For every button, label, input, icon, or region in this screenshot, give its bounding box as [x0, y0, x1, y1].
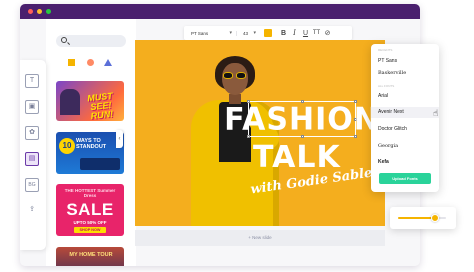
italic-button[interactable]: I	[289, 29, 300, 37]
underline-button[interactable]: U	[300, 30, 311, 37]
template-title: MUST SEE! RUN!	[86, 90, 114, 121]
new-slide-button[interactable]: + New slide	[135, 230, 385, 246]
text-case-button[interactable]: TT	[311, 30, 322, 36]
upload-icon[interactable]: ⇪	[25, 204, 39, 218]
template-title: SALE	[66, 200, 114, 219]
slider-track[interactable]	[398, 214, 446, 222]
font-option-avenir-next[interactable]: Avenir Next	[371, 107, 439, 118]
window-titlebar	[20, 4, 420, 19]
collapse-panel-button[interactable]: ‹	[116, 130, 123, 148]
background-icon[interactable]: BG	[25, 178, 39, 192]
template-thumbnail-ways[interactable]: 10 WAYS TO STANDOUT	[56, 132, 124, 174]
template-desk-image	[80, 158, 120, 170]
design-canvas[interactable]: FASHION TALK with Godie Sable	[135, 40, 385, 226]
template-offer: UPTO 50% OFF	[73, 220, 107, 225]
template-thumbnail-home-tour[interactable]: MY HOME TOUR	[56, 247, 124, 266]
link-icon[interactable]: ⊘	[322, 29, 333, 37]
font-option-pt-sans[interactable]: PT Sans	[378, 56, 436, 67]
font-option-kefa[interactable]: Kefa	[378, 157, 436, 168]
headline-talk[interactable]: TALK	[253, 140, 341, 175]
template-thumbnail-sale[interactable]: THE HOTTEST Summer Dress SALE UPTO 50% O…	[56, 184, 124, 236]
selected-text-box[interactable]: FASHION	[224, 100, 379, 138]
slider-knob[interactable]	[431, 214, 440, 222]
template-title: MY HOME TOUR	[69, 252, 113, 258]
elements-icon[interactable]: ✿	[25, 126, 39, 140]
search-input[interactable]	[56, 35, 126, 47]
text-icon[interactable]: T	[25, 74, 39, 88]
hand-cursor-icon: ☝	[433, 108, 439, 118]
minimize-window-dot[interactable]	[37, 9, 42, 14]
side-rail: T ▣ ✿ ▤ BG ⇪	[20, 60, 46, 250]
slider-card	[390, 207, 456, 229]
all-fonts-heading: ALL FONTS	[378, 84, 395, 88]
recent-fonts-heading: RECENTS	[378, 48, 393, 52]
font-option-arial[interactable]: Arial	[378, 91, 436, 102]
slider-fill	[398, 217, 436, 219]
template-cta: SHOP NOW	[74, 227, 106, 233]
upload-fonts-button[interactable]: Upload Fonts	[379, 173, 431, 184]
sunglasses-image	[223, 72, 247, 79]
image-icon[interactable]: ▣	[25, 100, 39, 114]
template-number-badge: 10	[59, 138, 75, 154]
headline-fashion: FASHION	[224, 100, 380, 138]
close-window-dot[interactable]	[28, 9, 33, 14]
font-option-baskerville[interactable]: Baskerville	[378, 68, 436, 79]
template-thumbnail-must-see[interactable]: MUST SEE! RUN!	[56, 81, 124, 121]
font-dropdown-menu: RECENTS PT Sans Baskerville ALL FONTS Ar…	[371, 44, 439, 192]
template-subtitle: THE HOTTEST Summer Dress	[64, 188, 116, 199]
text-toolbar: PT Sans 43 B I U TT ⊘	[184, 26, 352, 40]
maximize-window-dot[interactable]	[46, 9, 51, 14]
font-family-select[interactable]: PT Sans	[184, 30, 236, 36]
bold-button[interactable]: B	[278, 30, 289, 37]
font-option-georgia[interactable]: Georgia	[378, 141, 436, 152]
templates-icon[interactable]: ▤	[25, 152, 39, 166]
square-shape-icon[interactable]	[68, 59, 75, 66]
template-title: WAYS TO STANDOUT	[76, 138, 107, 151]
circle-shape-icon[interactable]	[87, 59, 94, 66]
text-color-swatch[interactable]	[264, 29, 272, 37]
template-figure	[60, 89, 80, 115]
triangle-shape-icon[interactable]	[104, 59, 112, 66]
font-option-doctor-glitch[interactable]: Doctor Glitch	[378, 124, 436, 135]
font-size-select[interactable]: 43	[236, 30, 260, 36]
model-face	[222, 63, 248, 95]
search-icon	[61, 37, 67, 43]
